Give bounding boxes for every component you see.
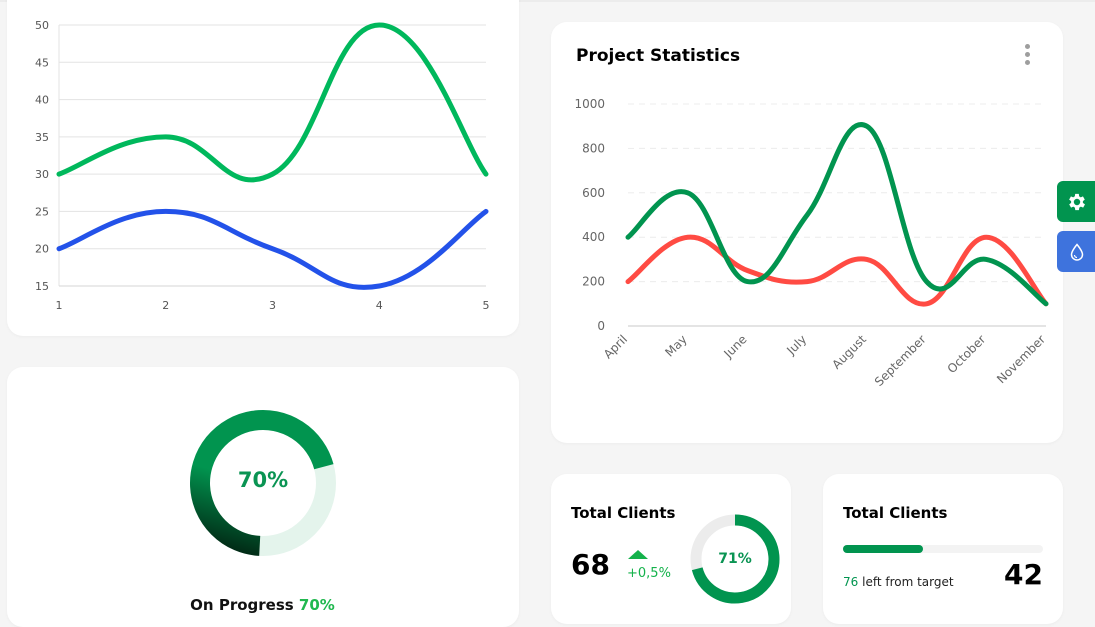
total-clients-donut-label: 71% (718, 551, 752, 567)
y-tick-label: 30 (35, 168, 49, 181)
series-green-line (56, 22, 489, 183)
theme-button[interactable] (1057, 231, 1095, 272)
x-tick-label: May (662, 332, 689, 359)
x-tick-label: April (601, 332, 630, 361)
series-blue-line (56, 208, 489, 290)
total-clients-title: Total Clients (571, 504, 676, 522)
x-tick-label: November (994, 332, 1048, 386)
x-tick-label: 5 (483, 299, 490, 312)
target-progress-bar (843, 545, 1043, 553)
left-from-target-text: left from target (862, 575, 954, 589)
progress-caption-percent: 70% (298, 596, 335, 614)
y-tick-label: 800 (582, 141, 605, 155)
drop-icon (1070, 242, 1084, 261)
series-red-line (625, 234, 1049, 307)
x-tick-label: June (720, 332, 749, 361)
x-tick-label: September (872, 332, 929, 389)
total-clients-trend: +0,5% (627, 566, 671, 581)
y-tick-label: 400 (582, 230, 605, 244)
y-tick-label: 40 (35, 94, 49, 107)
y-tick-label: 25 (35, 205, 49, 218)
total-clients-target-card: Total Clients 76 left from target 42 (823, 474, 1063, 624)
line-chart-card: 15 20 25 30 35 40 45 50 1 2 3 4 5 (7, 0, 519, 336)
y-tick-label: 35 (35, 131, 49, 144)
gear-icon (1069, 193, 1085, 210)
y-tick-label: 0 (597, 319, 605, 333)
x-tick-label: 3 (269, 299, 276, 312)
line-chart: 15202530354045501 2 3 4 5 (35, 19, 490, 312)
y-tick-label: 20 (35, 243, 49, 256)
x-tick-label: 4 (376, 299, 383, 312)
y-tick-label: 15 (35, 280, 49, 293)
total-clients-target-value: 42 (1004, 558, 1043, 591)
y-tick-label: 1000 (574, 97, 605, 111)
total-clients-target-title: Total Clients (843, 504, 948, 522)
target-progress-fill (843, 545, 923, 553)
x-tick-label: 1 (56, 299, 63, 312)
y-tick-label: 45 (35, 56, 49, 69)
project-statistics-chart: 0 200 400 600 800 1000 April May June July August S… (574, 97, 1049, 389)
progress-donut-label: 70% (237, 468, 289, 492)
left-from-target: 76 left from target (843, 575, 954, 589)
x-tick-label: July (783, 332, 809, 358)
left-from-target-number: 76 (843, 575, 859, 589)
x-tick-label: October (945, 332, 989, 376)
y-tick-label: 200 (582, 275, 605, 289)
total-clients-value: 68 (571, 548, 610, 581)
x-tick-label: 2 (162, 299, 169, 312)
progress-caption: On Progress 70% (0, 596, 525, 614)
y-tick-label: 600 (582, 186, 605, 200)
y-tick-label: 50 (35, 19, 49, 32)
x-tick-label: August (829, 332, 869, 372)
total-clients-card: Total Clients 68 +0,5% 71% (551, 474, 791, 624)
series-green-line (625, 122, 1049, 307)
trend-up-icon (628, 550, 648, 559)
project-statistics-card: Project Statistics 0 200 400 600 800 1000 Apri… (551, 22, 1063, 443)
progress-caption-text: On Progress (190, 596, 294, 614)
settings-button[interactable] (1057, 181, 1095, 222)
